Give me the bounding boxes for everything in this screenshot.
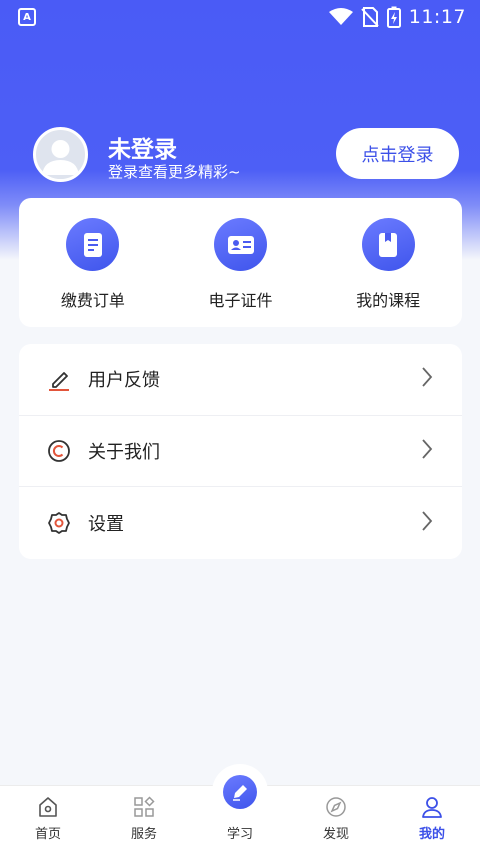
menu-item-feedback[interactable]: 用户反馈 (19, 344, 462, 416)
avatar[interactable] (33, 127, 88, 182)
copyright-icon (46, 438, 72, 464)
tab-label: 发现 (322, 827, 349, 842)
profile-name: 未登录 (108, 137, 177, 163)
grid-apps-icon (134, 796, 155, 817)
user-avatar-icon (42, 140, 79, 175)
menu-item-about-us[interactable]: 关于我们 (19, 416, 462, 488)
pen-edit-icon (46, 366, 72, 392)
tab-services[interactable]: 服务 (96, 786, 192, 852)
profile-subtitle: 登录查看更多精彩~ (108, 163, 241, 181)
quick-action-label: 我的课程 (356, 291, 421, 310)
chevron-right-icon (420, 366, 434, 392)
bottom-tab-bar: 首页 服务 学习 发现 我的 (0, 764, 480, 852)
tab-label: 学习 (226, 827, 253, 842)
tab-home[interactable]: 首页 (0, 786, 96, 852)
tab-mine[interactable]: 我的 (384, 786, 480, 852)
user-icon (422, 797, 442, 818)
battery-charging-icon (386, 6, 401, 28)
tab-label: 我的 (418, 827, 445, 842)
menu-item-label: 用户反馈 (88, 370, 160, 392)
quick-action-label: 缴费订单 (60, 291, 125, 310)
compass-icon (326, 797, 346, 817)
gear-icon (46, 510, 72, 536)
quick-actions-card: 缴费订单 电子证件 我的课程 (19, 198, 462, 327)
pen-study-icon (223, 775, 257, 809)
status-bar: A 11:17 (0, 0, 480, 34)
id-card-icon (214, 218, 267, 271)
home-icon (39, 797, 57, 817)
tab-label: 首页 (34, 827, 61, 842)
login-button[interactable]: 点击登录 (336, 128, 459, 179)
app-notification-icon: A (18, 8, 36, 26)
menu-item-label: 关于我们 (88, 441, 160, 463)
chevron-right-icon (420, 510, 434, 536)
menu-item-settings[interactable]: 设置 (19, 487, 462, 559)
wifi-icon (328, 8, 353, 25)
tab-discover[interactable]: 发现 (288, 786, 384, 852)
menu-list: 用户反馈 关于我们 设置 (19, 344, 462, 559)
menu-item-label: 设置 (88, 513, 124, 535)
clock: 11:17 (408, 6, 466, 28)
quick-action-e-certificate[interactable]: 电子证件 (167, 198, 315, 327)
course-book-icon (361, 218, 415, 271)
tab-study[interactable]: 学习 (192, 764, 288, 852)
quick-action-my-courses[interactable]: 我的课程 (314, 198, 462, 327)
order-document-icon (66, 218, 120, 271)
study-bubble (212, 764, 268, 820)
chevron-right-icon (420, 438, 434, 464)
tab-label: 服务 (130, 827, 157, 842)
no-sim-icon (361, 7, 379, 27)
quick-action-label: 电子证件 (208, 291, 273, 310)
quick-action-orders[interactable]: 缴费订单 (19, 198, 167, 327)
